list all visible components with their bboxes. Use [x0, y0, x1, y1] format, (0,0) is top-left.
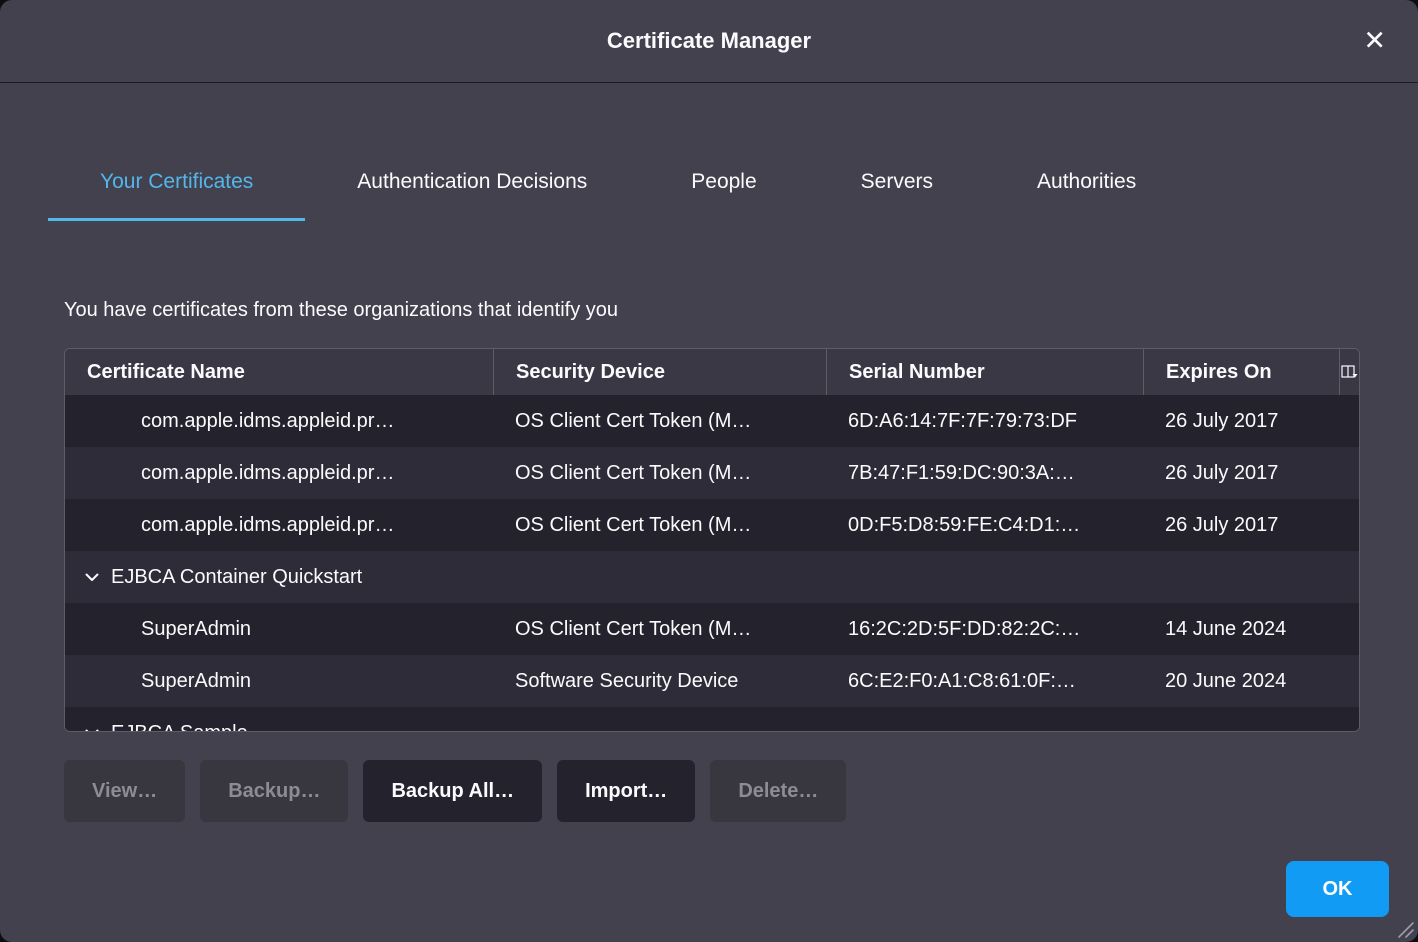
- spacer-cell: [1339, 395, 1360, 447]
- tab-people[interactable]: People: [639, 146, 808, 221]
- group-label: EJBCA Sample: [111, 722, 248, 733]
- view-button[interactable]: View…: [64, 760, 185, 822]
- ok-button[interactable]: OK: [1286, 861, 1389, 917]
- backup-all-button[interactable]: Backup All…: [363, 760, 542, 822]
- column-picker-icon: [1341, 364, 1358, 380]
- tab-your-certificates[interactable]: Your Certificates: [48, 146, 305, 221]
- tab-authorities[interactable]: Authorities: [985, 146, 1188, 221]
- certificates-table: Certificate Name Security Device Serial …: [64, 348, 1360, 732]
- column-header-certificate-name[interactable]: Certificate Name: [65, 349, 493, 395]
- serial-number-cell: 16:2C:2D:5F:DD:82:2C:…: [826, 603, 1143, 655]
- column-header-serial-number[interactable]: Serial Number: [826, 349, 1143, 395]
- backup-button[interactable]: Backup…: [200, 760, 348, 822]
- column-header-expires-on[interactable]: Expires On: [1143, 349, 1339, 395]
- delete-button[interactable]: Delete…: [710, 760, 846, 822]
- serial-number-cell: 6D:A6:14:7F:7F:79:73:DF: [826, 395, 1143, 447]
- cert-name-cell: com.apple.idms.appleid.pr…: [65, 499, 493, 551]
- security-device-cell: OS Client Cert Token (M…: [493, 395, 826, 447]
- expires-on-cell: 26 July 2017: [1143, 499, 1339, 551]
- cert-name-cell: SuperAdmin: [65, 655, 493, 707]
- chevron-down-icon[interactable]: [85, 729, 99, 733]
- expires-on-cell: 14 June 2024: [1143, 603, 1339, 655]
- cert-name-cell: com.apple.idms.appleid.pr…: [65, 395, 493, 447]
- spacer-cell: [1339, 499, 1360, 551]
- table-row[interactable]: com.apple.idms.appleid.pr… OS Client Cer…: [65, 395, 1359, 447]
- cert-name-cell: com.apple.idms.appleid.pr…: [65, 447, 493, 499]
- tab-authentication-decisions[interactable]: Authentication Decisions: [305, 146, 639, 221]
- import-button[interactable]: Import…: [557, 760, 695, 822]
- security-device-cell: Software Security Device: [493, 655, 826, 707]
- table-row[interactable]: SuperAdmin Software Security Device 6C:E…: [65, 655, 1359, 707]
- resize-grip-icon[interactable]: [1393, 917, 1415, 939]
- chevron-down-icon[interactable]: [85, 573, 99, 582]
- cert-name-cell: SuperAdmin: [65, 603, 493, 655]
- title-bar: Certificate Manager ✕: [0, 0, 1418, 83]
- tab-strip: Your Certificates Authentication Decisio…: [48, 146, 1370, 221]
- table-group-row[interactable]: EJBCA Container Quickstart: [65, 551, 1359, 603]
- serial-number-cell: 7B:47:F1:59:DC:90:3A:…: [826, 447, 1143, 499]
- close-button[interactable]: ✕: [1357, 24, 1392, 59]
- column-picker-button[interactable]: [1339, 349, 1359, 395]
- serial-number-cell: 0D:F5:D8:59:FE:C4:D1:…: [826, 499, 1143, 551]
- spacer-cell: [1339, 655, 1360, 707]
- table-row[interactable]: SuperAdmin OS Client Cert Token (M… 16:2…: [65, 603, 1359, 655]
- serial-number-cell: 6C:E2:F0:A1:C8:61:0F:…: [826, 655, 1143, 707]
- expires-on-cell: 26 July 2017: [1143, 395, 1339, 447]
- table-group-row-partial[interactable]: EJBCA Sample: [65, 707, 1359, 732]
- tab-servers[interactable]: Servers: [809, 146, 985, 221]
- expires-on-cell: 20 June 2024: [1143, 655, 1339, 707]
- security-device-cell: OS Client Cert Token (M…: [493, 447, 826, 499]
- spacer-cell: [1339, 603, 1360, 655]
- spacer-cell: [1339, 447, 1360, 499]
- action-button-row: View… Backup… Backup All… Import… Delete…: [64, 760, 1418, 822]
- security-device-cell: OS Client Cert Token (M…: [493, 603, 826, 655]
- certificate-manager-dialog: Certificate Manager ✕ Your Certificates …: [0, 0, 1418, 942]
- table-row[interactable]: com.apple.idms.appleid.pr… OS Client Cer…: [65, 447, 1359, 499]
- intro-text: You have certificates from these organiz…: [64, 299, 1354, 322]
- security-device-cell: OS Client Cert Token (M…: [493, 499, 826, 551]
- column-header-security-device[interactable]: Security Device: [493, 349, 826, 395]
- expires-on-cell: 26 July 2017: [1143, 447, 1339, 499]
- dialog-title: Certificate Manager: [607, 28, 811, 54]
- group-label: EJBCA Container Quickstart: [111, 566, 362, 589]
- table-row[interactable]: com.apple.idms.appleid.pr… OS Client Cer…: [65, 499, 1359, 551]
- close-icon: ✕: [1363, 26, 1386, 56]
- table-header: Certificate Name Security Device Serial …: [65, 349, 1359, 395]
